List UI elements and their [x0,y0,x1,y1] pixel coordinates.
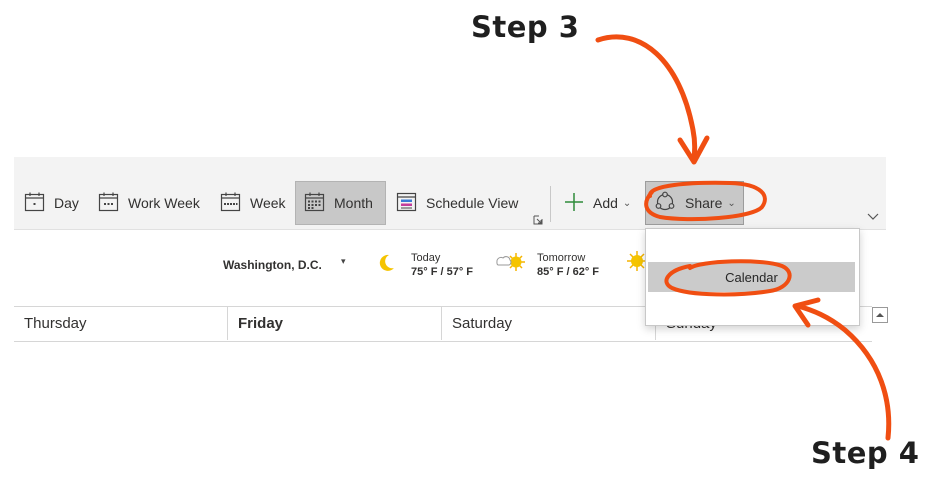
step-4-arrow [795,303,892,441]
annotation-overlay [595,34,892,441]
share-circle-mark [644,180,767,222]
calendar-circle-mark [664,259,792,297]
